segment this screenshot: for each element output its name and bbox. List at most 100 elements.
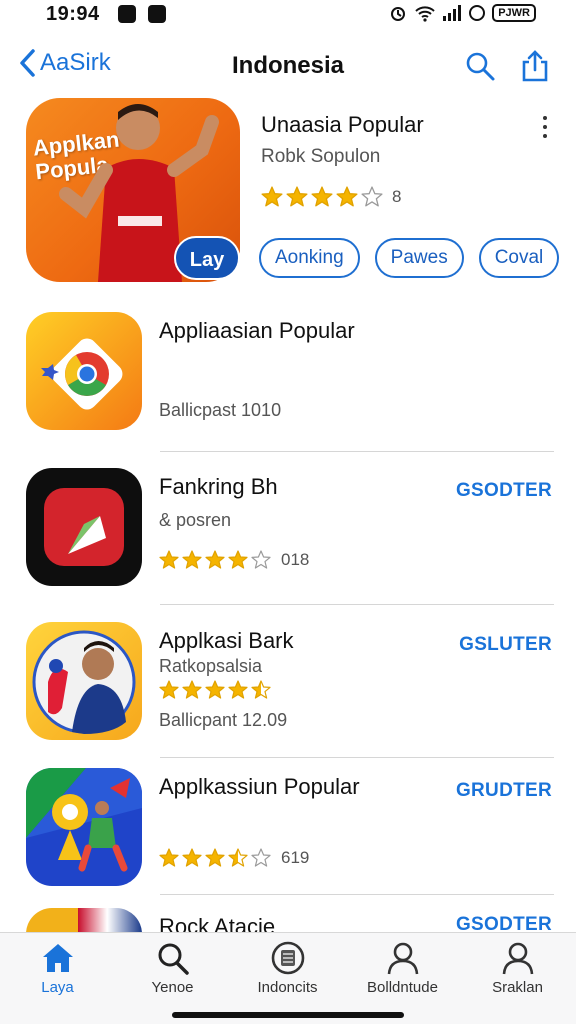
star-icon bbox=[205, 848, 225, 867]
list-item[interactable]: Rock Atacie GSODTER bbox=[26, 908, 554, 932]
get-button[interactable]: GSODTER bbox=[456, 480, 552, 502]
app-name: Fankring Bh bbox=[159, 474, 278, 499]
list-item[interactable]: Fankring Bh & posren 018 GSODTER bbox=[26, 468, 554, 600]
status-bar: 19:94 PJWR bbox=[0, 0, 576, 30]
chip-pawes[interactable]: Pawes bbox=[374, 238, 464, 278]
back-button[interactable]: AaSirk bbox=[18, 48, 111, 78]
divider bbox=[160, 757, 554, 758]
home-indicator[interactable] bbox=[172, 1012, 404, 1018]
battery-indicator: PJWR bbox=[492, 4, 536, 22]
tab-laya[interactable]: Laya bbox=[0, 941, 115, 1005]
back-label: AaSirk bbox=[40, 49, 111, 76]
star-rating bbox=[261, 186, 383, 208]
featured-rating: 8 bbox=[261, 186, 401, 208]
list-item[interactable]: Appliaasian Popular Ballicpast 1010 bbox=[26, 312, 554, 444]
app-subtitle: Ballicpast 1010 bbox=[159, 400, 282, 420]
star-rating bbox=[159, 680, 271, 700]
app-name: Appliaasian Popular bbox=[159, 318, 355, 343]
chevron-left-icon bbox=[20, 49, 35, 77]
search-icon[interactable] bbox=[464, 50, 496, 82]
status-circle-icon bbox=[469, 5, 486, 21]
app-name: Applkassiun Popular bbox=[159, 774, 360, 799]
divider bbox=[160, 604, 554, 605]
divider bbox=[160, 894, 554, 895]
featured-title: Unaasia Popular bbox=[261, 112, 424, 137]
signal-icon bbox=[443, 5, 462, 21]
star-icon bbox=[159, 550, 179, 569]
store-icon bbox=[271, 941, 304, 975]
star-icon bbox=[361, 186, 383, 207]
portrait-icon bbox=[32, 630, 136, 734]
status-indicators: PJWR bbox=[388, 4, 536, 22]
app-subtitle: & posren bbox=[159, 510, 232, 530]
star-icon bbox=[311, 186, 333, 207]
star-icon bbox=[159, 680, 179, 699]
star-icon bbox=[228, 680, 248, 699]
tab-label: Sraklan bbox=[492, 979, 543, 996]
star-icon bbox=[251, 848, 271, 867]
notification-icon bbox=[118, 5, 136, 23]
star-icon bbox=[159, 848, 179, 867]
get-button[interactable]: Lay bbox=[174, 236, 240, 280]
divider bbox=[160, 451, 554, 452]
app-icon-person[interactable] bbox=[26, 622, 142, 740]
category-chips: Aonking Pawes Coval bbox=[259, 238, 560, 278]
tab-indoncits[interactable]: Indoncits bbox=[230, 941, 345, 1005]
star-icon bbox=[336, 186, 358, 207]
star-rating bbox=[159, 848, 271, 868]
list-item[interactable]: Applkassiun Popular 619 GRUDTER bbox=[26, 768, 554, 900]
get-button[interactable]: GRUDTER bbox=[456, 780, 552, 802]
rating-count: 619 bbox=[281, 848, 310, 867]
tab-label: Bolldntude bbox=[367, 979, 438, 996]
star-icon bbox=[205, 680, 225, 699]
star-icon bbox=[286, 186, 308, 207]
app-icon-browser[interactable] bbox=[26, 312, 142, 430]
more-options-icon[interactable] bbox=[540, 116, 550, 138]
person-icon bbox=[387, 942, 418, 975]
chrome-icon bbox=[41, 338, 123, 410]
app-rating: 018 bbox=[159, 550, 309, 570]
app-name: Applkasi Bark bbox=[159, 628, 294, 653]
app-name: Rock Atacie bbox=[159, 914, 276, 932]
star-icon bbox=[182, 848, 202, 867]
list-item[interactable]: Applkasi Bark Ratkopsalsia Ballicpant 12… bbox=[26, 622, 554, 754]
tab-label: Indoncits bbox=[257, 979, 318, 996]
navigation-bar: AaSirk Indonesia bbox=[0, 40, 576, 94]
app-icon-player[interactable] bbox=[26, 468, 142, 586]
app-subtitle: Ratkopsalsia bbox=[159, 656, 263, 676]
rating-count: 8 bbox=[392, 187, 402, 206]
play-icon bbox=[44, 488, 124, 566]
tab-bolldntude[interactable]: Bolldntude bbox=[345, 941, 460, 1005]
share-icon[interactable] bbox=[520, 50, 550, 82]
tab-yenoe[interactable]: Yenoe bbox=[115, 941, 230, 1005]
notification-icon bbox=[148, 5, 166, 23]
featured-app-card[interactable]: Applkan Popula Lay Unaasia Popular Robk … bbox=[26, 98, 560, 282]
chip-coval[interactable]: Coval bbox=[478, 238, 560, 278]
app-rating bbox=[159, 680, 271, 700]
home-icon bbox=[42, 944, 73, 972]
star-icon bbox=[251, 550, 271, 569]
app-icon-flag[interactable] bbox=[26, 908, 142, 932]
tab-sraklan[interactable]: Sraklan bbox=[460, 941, 575, 1005]
star-rating bbox=[159, 550, 271, 570]
search-icon bbox=[158, 943, 189, 975]
star-icon bbox=[228, 550, 248, 569]
chip-aonking[interactable]: Aonking bbox=[259, 238, 360, 278]
alarm-icon bbox=[391, 7, 406, 21]
star-icon bbox=[182, 680, 202, 699]
tab-label: Yenoe bbox=[151, 979, 194, 996]
star-icon bbox=[205, 550, 225, 569]
tab-bar: Laya Yenoe Indoncits Bolldntude Sraklan bbox=[0, 932, 576, 1024]
star-icon bbox=[182, 550, 202, 569]
tab-label: Laya bbox=[41, 979, 74, 996]
wifi-icon bbox=[415, 6, 435, 22]
star-icon bbox=[228, 848, 248, 867]
star-icon bbox=[261, 186, 283, 207]
app-rating: 619 bbox=[159, 848, 309, 868]
rating-count: 018 bbox=[281, 550, 310, 569]
featured-subtitle: Robk Sopulon bbox=[261, 146, 381, 167]
star-icon bbox=[251, 680, 271, 699]
app-icon-maps[interactable] bbox=[26, 768, 142, 886]
get-button[interactable]: GSODTER bbox=[456, 914, 552, 932]
get-button[interactable]: GSLUTER bbox=[459, 634, 552, 656]
